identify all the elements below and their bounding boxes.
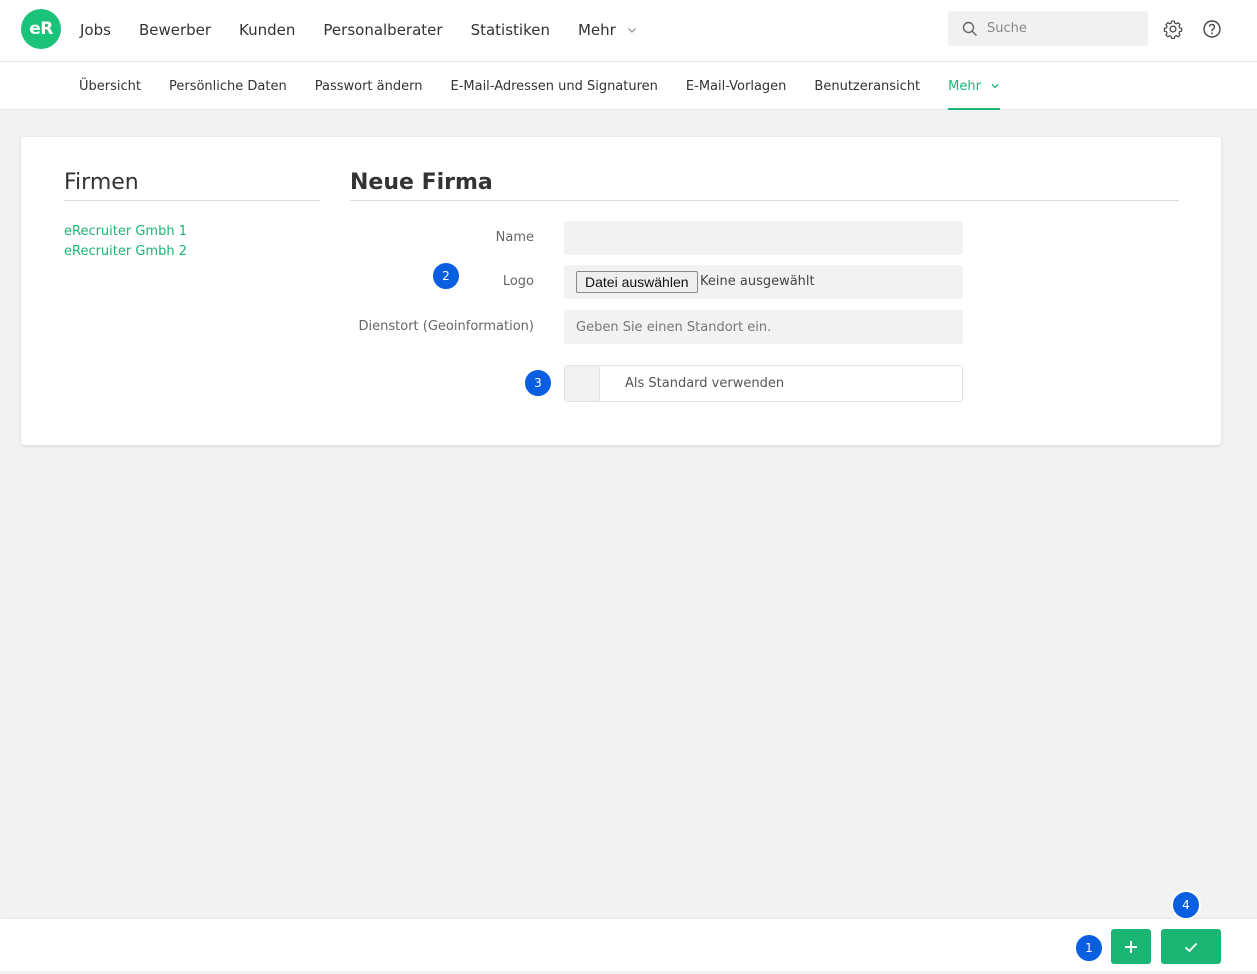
divider	[64, 200, 320, 201]
plus-icon	[1125, 940, 1137, 953]
tab-mehr[interactable]: Mehr	[948, 62, 1000, 110]
name-label: Name	[495, 230, 534, 245]
step-badge: 2	[431, 261, 461, 291]
company-link[interactable]: eRecruiter Gmbh 1	[64, 222, 187, 242]
nav-item-statistiken[interactable]: Statistiken	[471, 21, 550, 39]
nav-item-label: Mehr	[577, 21, 616, 39]
nav-item-label: Bewerber	[138, 21, 212, 39]
location-field[interactable]	[564, 310, 963, 344]
add-button[interactable]	[1111, 929, 1151, 964]
search-box[interactable]	[948, 11, 1148, 46]
search-input[interactable]	[987, 21, 1147, 36]
form-heading: Neue Firma	[350, 170, 493, 195]
name-field[interactable]	[564, 221, 963, 255]
action-footer	[0, 919, 1257, 971]
chevron-down-icon	[991, 84, 999, 89]
step-badge: 4	[1171, 890, 1201, 920]
app-logo[interactable]: eR	[21, 9, 61, 49]
main-nav: Jobs Bewerber Kunden Personalberater Sta…	[80, 0, 666, 60]
tab-email-vorlagen[interactable]: E-Mail-Vorlagen	[686, 62, 787, 110]
top-bar: eR Jobs Bewerber Kunden Personalberater …	[0, 0, 1257, 62]
tab-label: Übersicht	[79, 78, 141, 94]
toggle-label: Als Standard verwenden	[625, 376, 785, 391]
nav-item-bewerber[interactable]: Bewerber	[139, 21, 211, 39]
logo-text: eR	[29, 19, 53, 39]
settings-button[interactable]	[1162, 18, 1184, 40]
help-button[interactable]	[1201, 18, 1223, 40]
location-input[interactable]	[564, 310, 963, 344]
tab-persoenliche-daten[interactable]: Persönliche Daten	[169, 62, 287, 110]
nav-item-label: Personalberater	[323, 21, 443, 39]
search-icon	[962, 21, 977, 36]
nav-item-label: Statistiken	[470, 21, 550, 39]
name-input[interactable]	[564, 221, 963, 255]
tab-label: Persönliche Daten	[168, 78, 287, 94]
file-status: Keine ausgewählt	[700, 274, 815, 289]
step-badge: 3	[523, 368, 553, 398]
divider	[350, 200, 1179, 201]
nav-item-kunden[interactable]: Kunden	[239, 21, 295, 39]
toggle-checkbox[interactable]	[565, 366, 600, 401]
nav-item-jobs[interactable]: Jobs	[80, 21, 111, 39]
step-badge: 1	[1074, 933, 1104, 963]
tab-email-adressen[interactable]: E-Mail-Adressen und Signaturen	[450, 62, 657, 110]
tab-passwort-aendern[interactable]: Passwort ändern	[315, 62, 423, 110]
firmen-heading: Firmen	[64, 170, 139, 195]
help-icon	[1203, 20, 1221, 38]
nav-item-label: Jobs	[80, 21, 111, 39]
save-button[interactable]	[1161, 929, 1221, 964]
company-link[interactable]: eRecruiter Gmbh 2	[64, 242, 187, 262]
tab-uebersicht[interactable]: Übersicht	[79, 62, 141, 110]
chevron-down-icon	[627, 28, 636, 33]
logo-field: Datei auswählen Keine ausgewählt	[564, 265, 963, 299]
nav-item-label: Kunden	[239, 21, 296, 39]
company-list: eRecruiter Gmbh 1 eRecruiter Gmbh 2	[64, 222, 187, 262]
choose-file-button[interactable]: Datei auswählen	[576, 271, 698, 293]
tab-label: E-Mail-Adressen und Signaturen	[450, 78, 658, 94]
tab-label: Mehr	[948, 78, 981, 94]
tab-benutzeransicht[interactable]: Benutzeransicht	[814, 62, 920, 110]
sub-nav: Übersicht Persönliche Daten Passwort änd…	[0, 62, 1257, 110]
nav-item-mehr[interactable]: Mehr	[578, 21, 638, 39]
gear-icon	[1163, 20, 1183, 39]
logo-label: Logo	[502, 274, 534, 289]
tab-label: Passwort ändern	[314, 78, 423, 94]
company-card: Firmen eRecruiter Gmbh 1 eRecruiter Gmbh…	[21, 137, 1221, 445]
tab-label: E-Mail-Vorlagen	[685, 78, 787, 94]
default-toggle[interactable]: Als Standard verwenden	[564, 365, 963, 402]
nav-item-personalberater[interactable]: Personalberater	[323, 21, 442, 39]
tab-label: Benutzeransicht	[814, 78, 921, 94]
location-label: Dienstort (Geoinformation)	[358, 319, 534, 334]
check-icon	[1184, 942, 1198, 952]
